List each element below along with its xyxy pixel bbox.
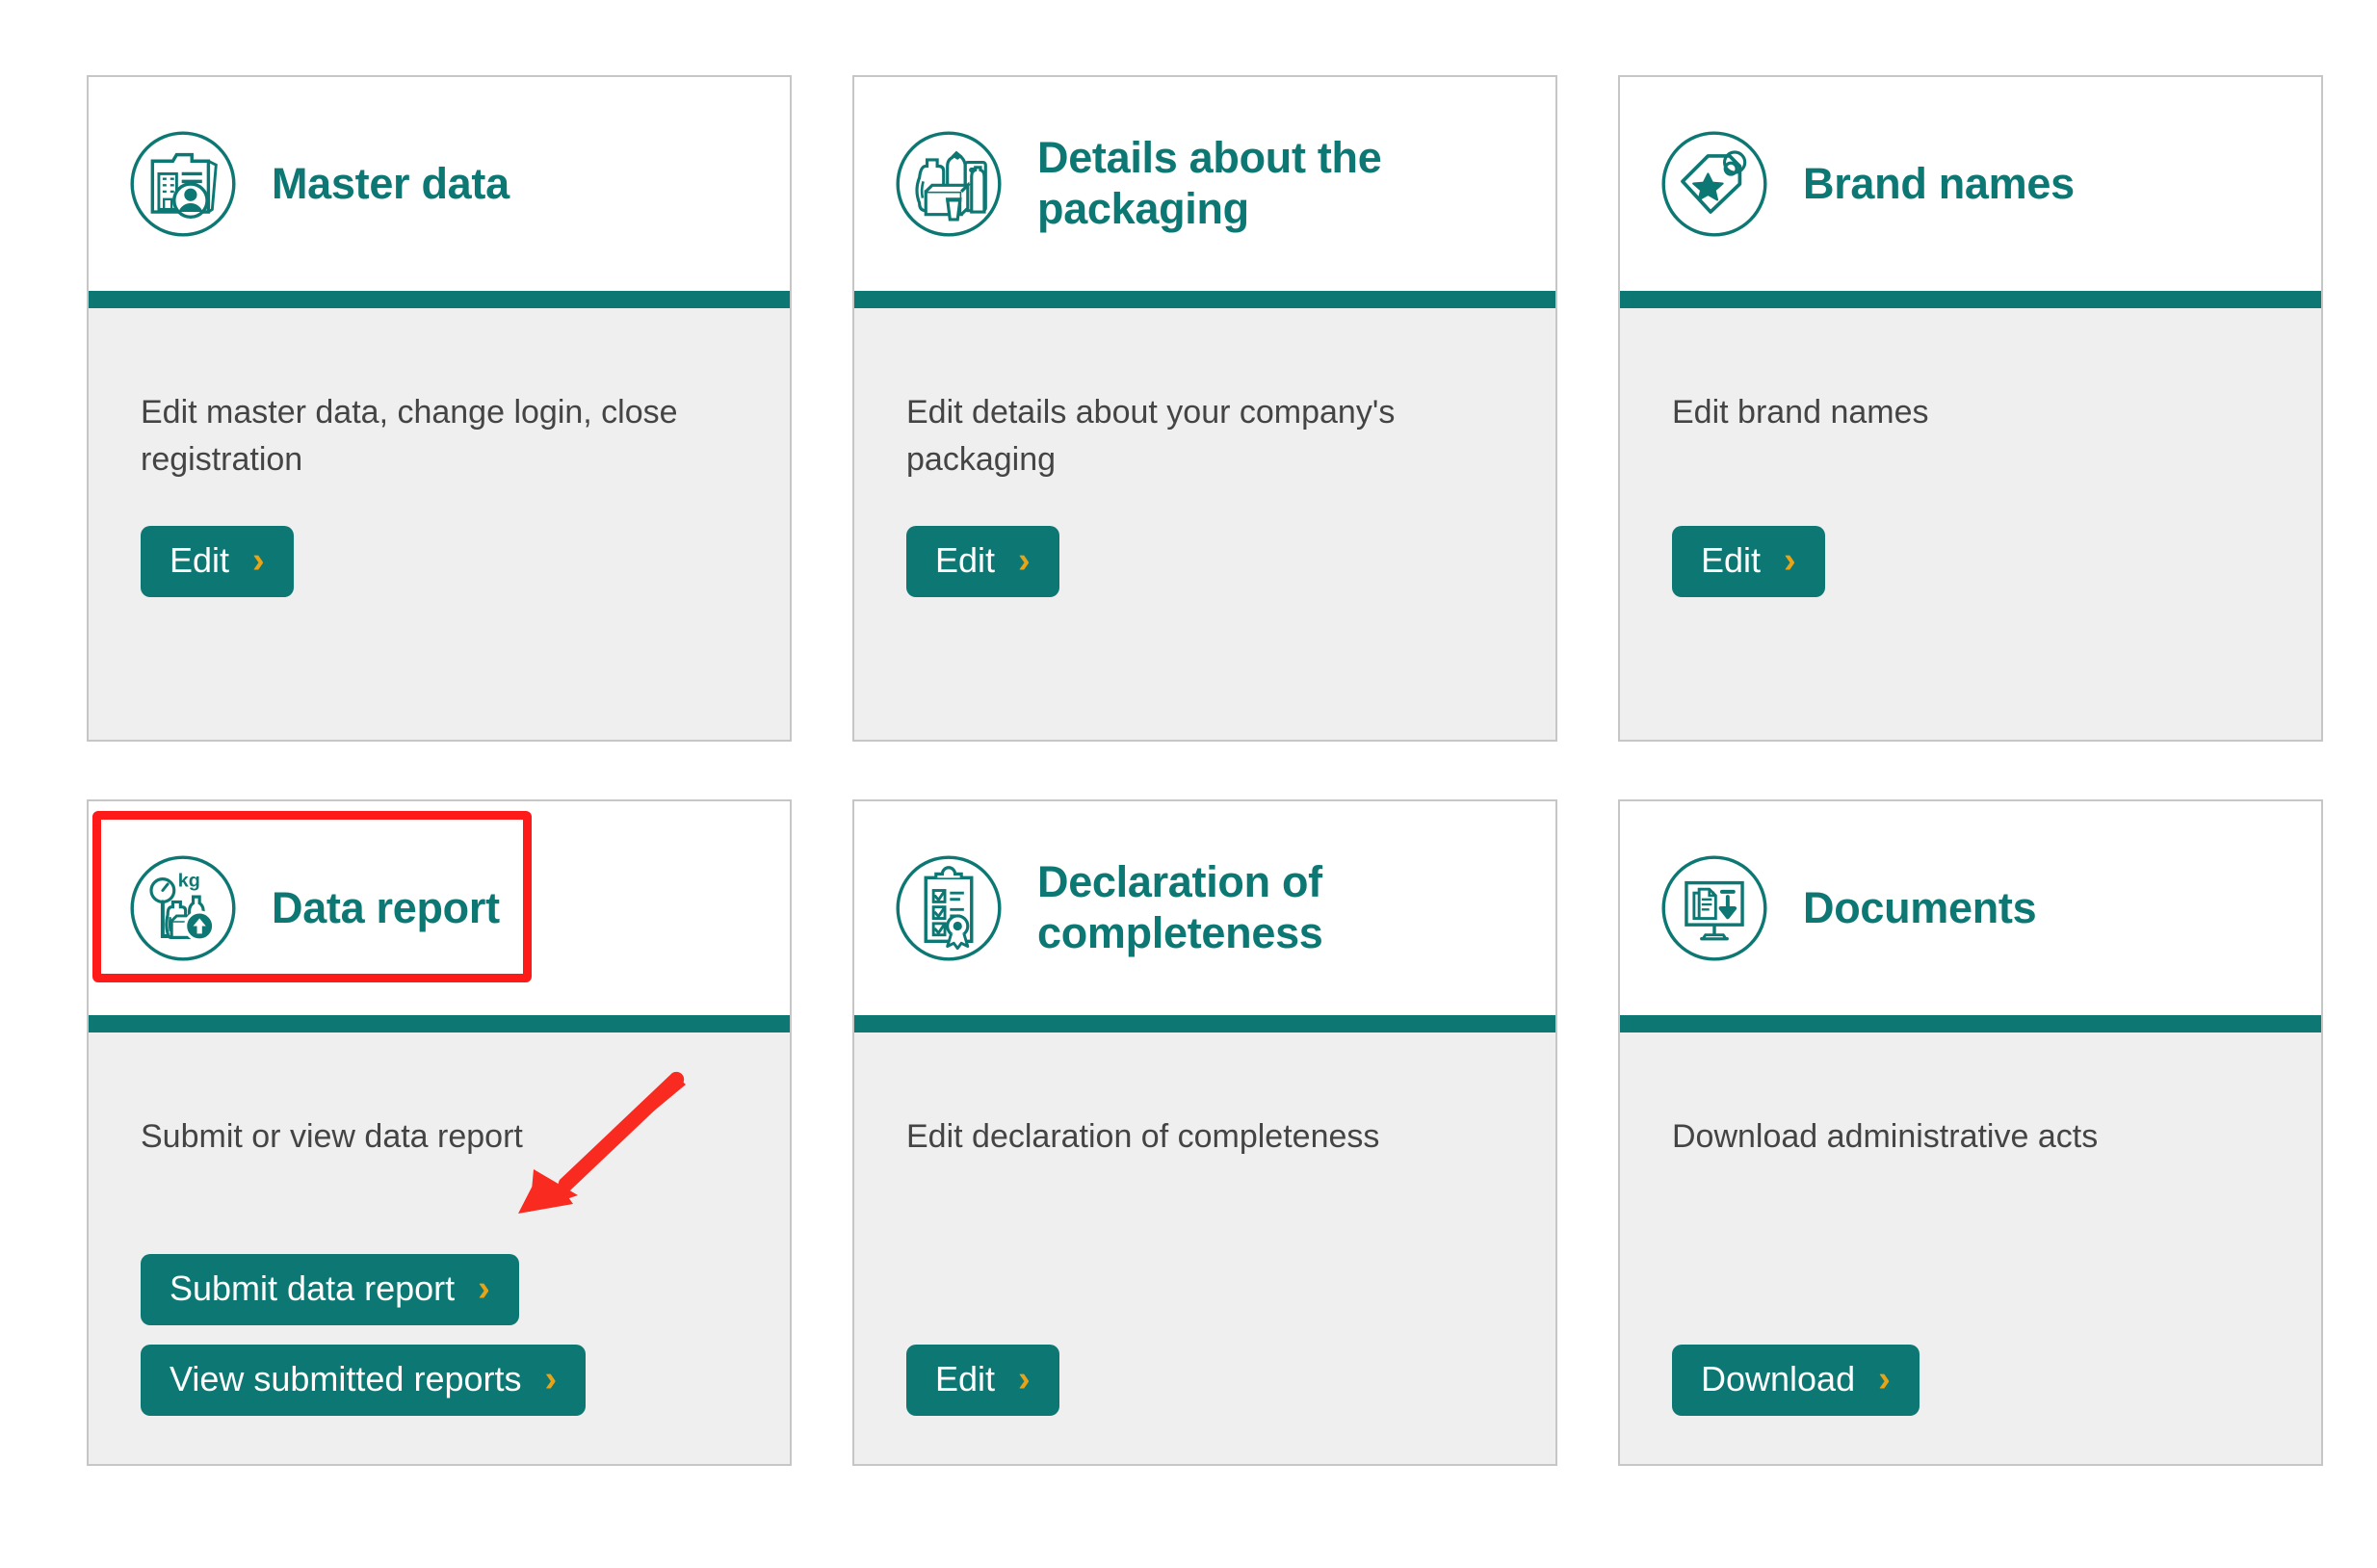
packaging-items-icon [885, 120, 1012, 248]
card-header-master-data: Master data [89, 77, 790, 291]
card-accent-bar [1620, 291, 2321, 308]
card-accent-bar [1620, 1015, 2321, 1032]
card-description: Submit or view data report [141, 1118, 523, 1155]
card-title: Data report [272, 882, 500, 932]
button-label: Download [1701, 1359, 1856, 1398]
card-actions: Submit data report › View submitted repo… [141, 1254, 587, 1416]
card-accent-bar [89, 291, 790, 308]
card-documents[interactable]: Documents Download administrative acts D… [1618, 799, 2323, 1466]
button-label: Edit [935, 1359, 996, 1398]
monitor-documents-download-icon [1651, 845, 1778, 972]
button-label: Edit [1701, 540, 1762, 580]
chevron-right-icon: › [1784, 540, 1796, 581]
view-submitted-reports-button[interactable]: View submitted reports › [141, 1345, 587, 1416]
folder-building-person-icon [119, 120, 247, 248]
dashboard-card-grid: Master data Edit master data, change log… [87, 75, 2362, 1466]
card-actions: Edit › [906, 1345, 1059, 1416]
chevron-right-icon: › [1878, 1359, 1891, 1399]
card-actions: Edit › [141, 526, 294, 597]
download-documents-button[interactable]: Download › [1672, 1345, 1920, 1416]
chevron-right-icon: › [1018, 1359, 1031, 1399]
card-header-declaration-of-completeness: Declaration of completeness [854, 801, 1555, 1015]
card-body-data-report: Submit or view data report Submit data r… [89, 1032, 790, 1464]
edit-packaging-details-button[interactable]: Edit › [906, 526, 1059, 597]
card-title: Documents [1803, 882, 2037, 932]
card-accent-bar [89, 1015, 790, 1032]
card-header-data-report: kg Data report [89, 801, 790, 1015]
card-description: Edit details about your company's packag… [906, 394, 1396, 479]
price-tag-star-icon [1651, 120, 1778, 248]
card-description: Edit master data, change login, close re… [141, 394, 678, 479]
chevron-right-icon: › [252, 540, 265, 581]
submit-data-report-button[interactable]: Submit data report › [141, 1254, 519, 1325]
card-description: Download administrative acts [1672, 1118, 2099, 1155]
card-description: Edit brand names [1672, 394, 1929, 431]
card-brand-names[interactable]: Brand names Edit brand names Edit › [1618, 75, 2323, 742]
card-declaration-of-completeness[interactable]: Declaration of completeness Edit declara… [852, 799, 1557, 1466]
card-actions: Edit › [906, 526, 1059, 597]
card-body-master-data: Edit master data, change login, close re… [89, 308, 790, 740]
clipboard-checklist-seal-icon [885, 845, 1012, 972]
edit-brand-names-button[interactable]: Edit › [1672, 526, 1825, 597]
card-title: Declaration of completeness [1037, 857, 1323, 957]
scale-kg-upload-icon: kg [119, 845, 247, 972]
chevron-right-icon: › [478, 1268, 490, 1309]
card-description: Edit declaration of completeness [906, 1118, 1380, 1155]
card-accent-bar [854, 291, 1555, 308]
card-body-brand-names: Edit brand names Edit › [1620, 308, 2321, 740]
card-actions: Edit › [1672, 526, 1825, 597]
card-body-declaration-of-completeness: Edit declaration of completeness Edit › [854, 1032, 1555, 1464]
card-header-details-about-packaging: Details about the packaging [854, 77, 1555, 291]
chevron-right-icon: › [1018, 540, 1031, 581]
card-title: Master data [272, 158, 509, 208]
button-label: Submit data report [170, 1268, 456, 1308]
card-actions: Download › [1672, 1345, 1920, 1416]
button-label: View submitted reports [170, 1359, 522, 1398]
card-master-data[interactable]: Master data Edit master data, change log… [87, 75, 792, 742]
card-body-details-about-packaging: Edit details about your company's packag… [854, 308, 1555, 740]
button-label: Edit [935, 540, 996, 580]
card-title: Brand names [1803, 158, 2075, 208]
card-header-brand-names: Brand names [1620, 77, 2321, 291]
card-accent-bar [854, 1015, 1555, 1032]
card-details-about-packaging[interactable]: Details about the packaging Edit details… [852, 75, 1557, 742]
svg-text:kg: kg [178, 871, 200, 892]
card-data-report[interactable]: kg Data report Submit or view data repor… [87, 799, 792, 1466]
button-label: Edit [170, 540, 230, 580]
card-body-documents: Download administrative acts Download › [1620, 1032, 2321, 1464]
card-header-documents: Documents [1620, 801, 2321, 1015]
edit-declaration-button[interactable]: Edit › [906, 1345, 1059, 1416]
edit-master-data-button[interactable]: Edit › [141, 526, 294, 597]
chevron-right-icon: › [544, 1359, 558, 1399]
card-title: Details about the packaging [1037, 133, 1382, 233]
